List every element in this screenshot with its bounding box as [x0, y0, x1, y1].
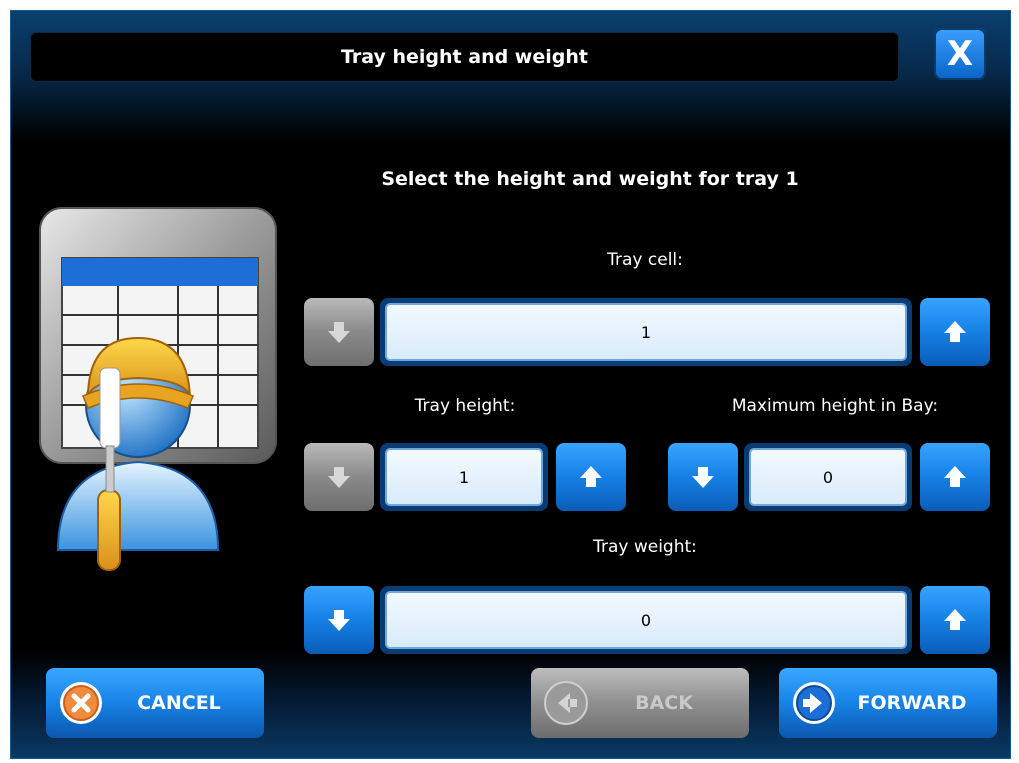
forward-label: FORWARD — [857, 692, 967, 714]
forward-button[interactable]: FORWARD — [779, 668, 997, 738]
tray-cell-increment-button[interactable] — [920, 298, 990, 366]
back-button[interactable]: BACK — [531, 668, 749, 738]
technician-illustration-icon — [39, 207, 277, 571]
arrow-up-icon — [944, 609, 966, 630]
arrow-down-icon — [328, 610, 350, 631]
max-height-bay-label: Maximum height in Bay: — [731, 396, 939, 416]
arrow-down-icon — [692, 467, 714, 488]
arrow-down-icon — [328, 467, 350, 488]
arrow-right-icon — [793, 682, 835, 724]
instruction-heading: Select the height and weight for tray 1 — [381, 168, 799, 190]
tray-weight-increment-button[interactable] — [920, 586, 990, 654]
cancel-button[interactable]: CANCEL — [46, 668, 264, 738]
close-icon: X — [946, 34, 974, 74]
tray-cell-field[interactable]: 1 — [380, 298, 912, 366]
tray-height-value: 1 — [385, 448, 543, 506]
tray-weight-decrement-button[interactable] — [304, 586, 374, 654]
tray-height-label: Tray height: — [414, 396, 516, 416]
arrow-down-icon — [328, 322, 350, 343]
tray-height-field[interactable]: 1 — [380, 443, 548, 511]
tray-weight-value: 0 — [385, 591, 907, 649]
max-height-decrement-button[interactable] — [668, 443, 738, 511]
max-height-bay-field[interactable]: 0 — [744, 443, 912, 511]
arrow-up-icon — [944, 466, 966, 487]
tray-height-increment-button[interactable] — [556, 443, 626, 511]
cancel-label: CANCEL — [137, 692, 221, 714]
close-button[interactable]: X — [934, 28, 986, 80]
tray-weight-label: Tray weight: — [593, 537, 697, 557]
max-height-bay-value: 0 — [749, 448, 907, 506]
tray-cell-decrement-button[interactable] — [304, 298, 374, 366]
arrow-left-icon — [544, 681, 588, 725]
dialog-title: Tray height and weight — [30, 32, 899, 82]
tray-cell-value: 1 — [385, 303, 907, 361]
back-label: BACK — [635, 692, 693, 714]
arrow-up-icon — [944, 321, 966, 342]
cancel-icon — [60, 682, 102, 724]
tray-cell-label: Tray cell: — [607, 250, 683, 270]
max-height-increment-button[interactable] — [920, 443, 990, 511]
tray-height-decrement-button[interactable] — [304, 443, 374, 511]
tray-weight-field[interactable]: 0 — [380, 586, 912, 654]
dialog-title-text: Tray height and weight — [341, 46, 588, 68]
arrow-up-icon — [580, 466, 602, 487]
